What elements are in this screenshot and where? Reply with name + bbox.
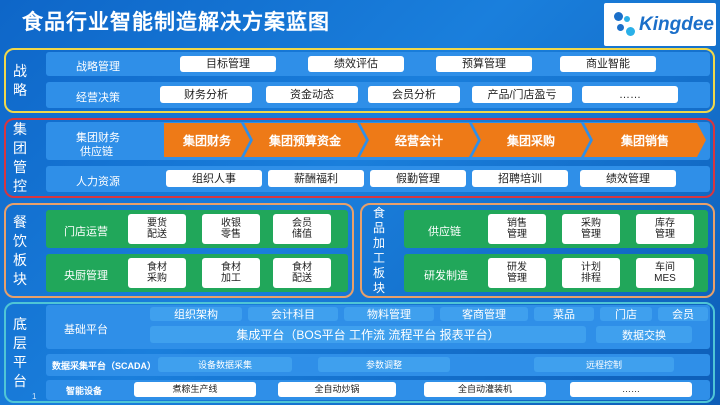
integration-platform: 集成平台（BOS平台 工作流 流程平台 报表平台） <box>150 326 586 343</box>
procurement-management: 采购 管理 <box>562 214 620 244</box>
row-label-line-2: 供应链 <box>80 146 113 158</box>
device-more-ellipsis: …… <box>570 382 692 397</box>
row-label: 供应链 <box>428 226 461 238</box>
ingredient-processing: 食材 加工 <box>202 258 260 288</box>
row-label: 智能设备 <box>66 386 103 396</box>
leave-attendance: 假勤管理 <box>370 170 466 187</box>
strategy-section-label: 战略 <box>13 62 27 98</box>
product-store-profit: 产品/门店盈亏 <box>472 86 572 103</box>
member-analysis: 会员分析 <box>368 86 460 103</box>
sales-management: 销售 管理 <box>488 214 546 244</box>
recruit-training: 招聘培训 <box>472 170 568 187</box>
performance-management: 绩效管理 <box>580 170 676 187</box>
zongzi-production-line: 煮粽生产线 <box>134 382 256 397</box>
planning-scheduling: 计划 排程 <box>562 258 620 288</box>
row-label: 基础平台 <box>64 324 108 336</box>
requisition-delivery: 要货 配送 <box>128 214 186 244</box>
goal-management: 目标管理 <box>180 56 276 72</box>
ingredient-procurement: 食材 采购 <box>128 258 186 288</box>
operating-accounting-step: 经营会计 <box>360 123 478 157</box>
logo-text: Kingdee <box>639 13 714 35</box>
financial-analysis: 财务分析 <box>160 86 252 103</box>
row-label: 门店运营 <box>64 226 108 238</box>
more-ellipsis: …… <box>582 86 678 103</box>
page-number: 1 <box>32 392 37 401</box>
rd-management: 研发 管理 <box>488 258 546 288</box>
data-exchange: 数据交换 <box>596 326 692 343</box>
auto-wok: 全自动炒锅 <box>278 382 396 397</box>
dishes: 菜品 <box>534 307 594 321</box>
stores: 门店 <box>600 307 652 321</box>
workshop-mes: 车间 MES <box>636 258 694 288</box>
device-data-collection: 设备数据采集 <box>158 357 292 372</box>
row-label: 数据采集平台（SCADA） <box>52 361 157 371</box>
org-personnel: 组织人事 <box>166 170 262 187</box>
row-label: 研发制造 <box>424 270 468 282</box>
remote-control: 远程控制 <box>534 357 674 372</box>
accounting-subjects: 会计科目 <box>248 307 338 321</box>
platform-section-label: 底层平台 <box>13 315 27 389</box>
kingdee-logo: Kingdee <box>604 3 716 46</box>
cashier-retail: 收银 零售 <box>202 214 260 244</box>
fund-dynamics: 资金动态 <box>266 86 358 103</box>
salary-welfare: 薪酬福利 <box>268 170 364 187</box>
catering-section-label: 餐饮板块 <box>13 213 27 287</box>
parameter-adjustment: 参数调整 <box>318 357 450 372</box>
row-label: 战略管理 <box>76 61 120 73</box>
members: 会员 <box>658 307 708 321</box>
auto-filling-machine: 全自动灌装机 <box>424 382 546 397</box>
food-processing-section-label: 食品加工板块 <box>372 205 385 295</box>
performance-evaluation: 绩效评估 <box>308 56 404 72</box>
group-procurement-step: 集团采购 <box>472 123 590 157</box>
group-control-section-label: 集团管控 <box>13 121 27 194</box>
business-intelligence: 商业智能 <box>560 56 656 72</box>
member-stored-value: 会员 储值 <box>273 214 331 244</box>
kingdee-logo-icon <box>612 10 636 40</box>
group-budget-fund-step: 集团预算资金 <box>244 123 366 157</box>
material-management: 物料管理 <box>344 307 434 321</box>
org-structure: 组织架构 <box>150 307 242 321</box>
row-label: 人力资源 <box>76 176 120 188</box>
inventory-management: 库存 管理 <box>636 214 694 244</box>
ingredient-delivery: 食材 配送 <box>273 258 331 288</box>
budget-management: 预算管理 <box>436 56 532 72</box>
row-label: 经营决策 <box>76 92 120 104</box>
group-finance-step: 集团财务 <box>164 123 250 157</box>
merchant-management: 客商管理 <box>440 307 528 321</box>
page-title: 食品行业智能制造解决方案蓝图 <box>22 11 330 34</box>
row-label: 央厨管理 <box>64 270 108 282</box>
group-sales-step: 集团销售 <box>584 123 706 157</box>
